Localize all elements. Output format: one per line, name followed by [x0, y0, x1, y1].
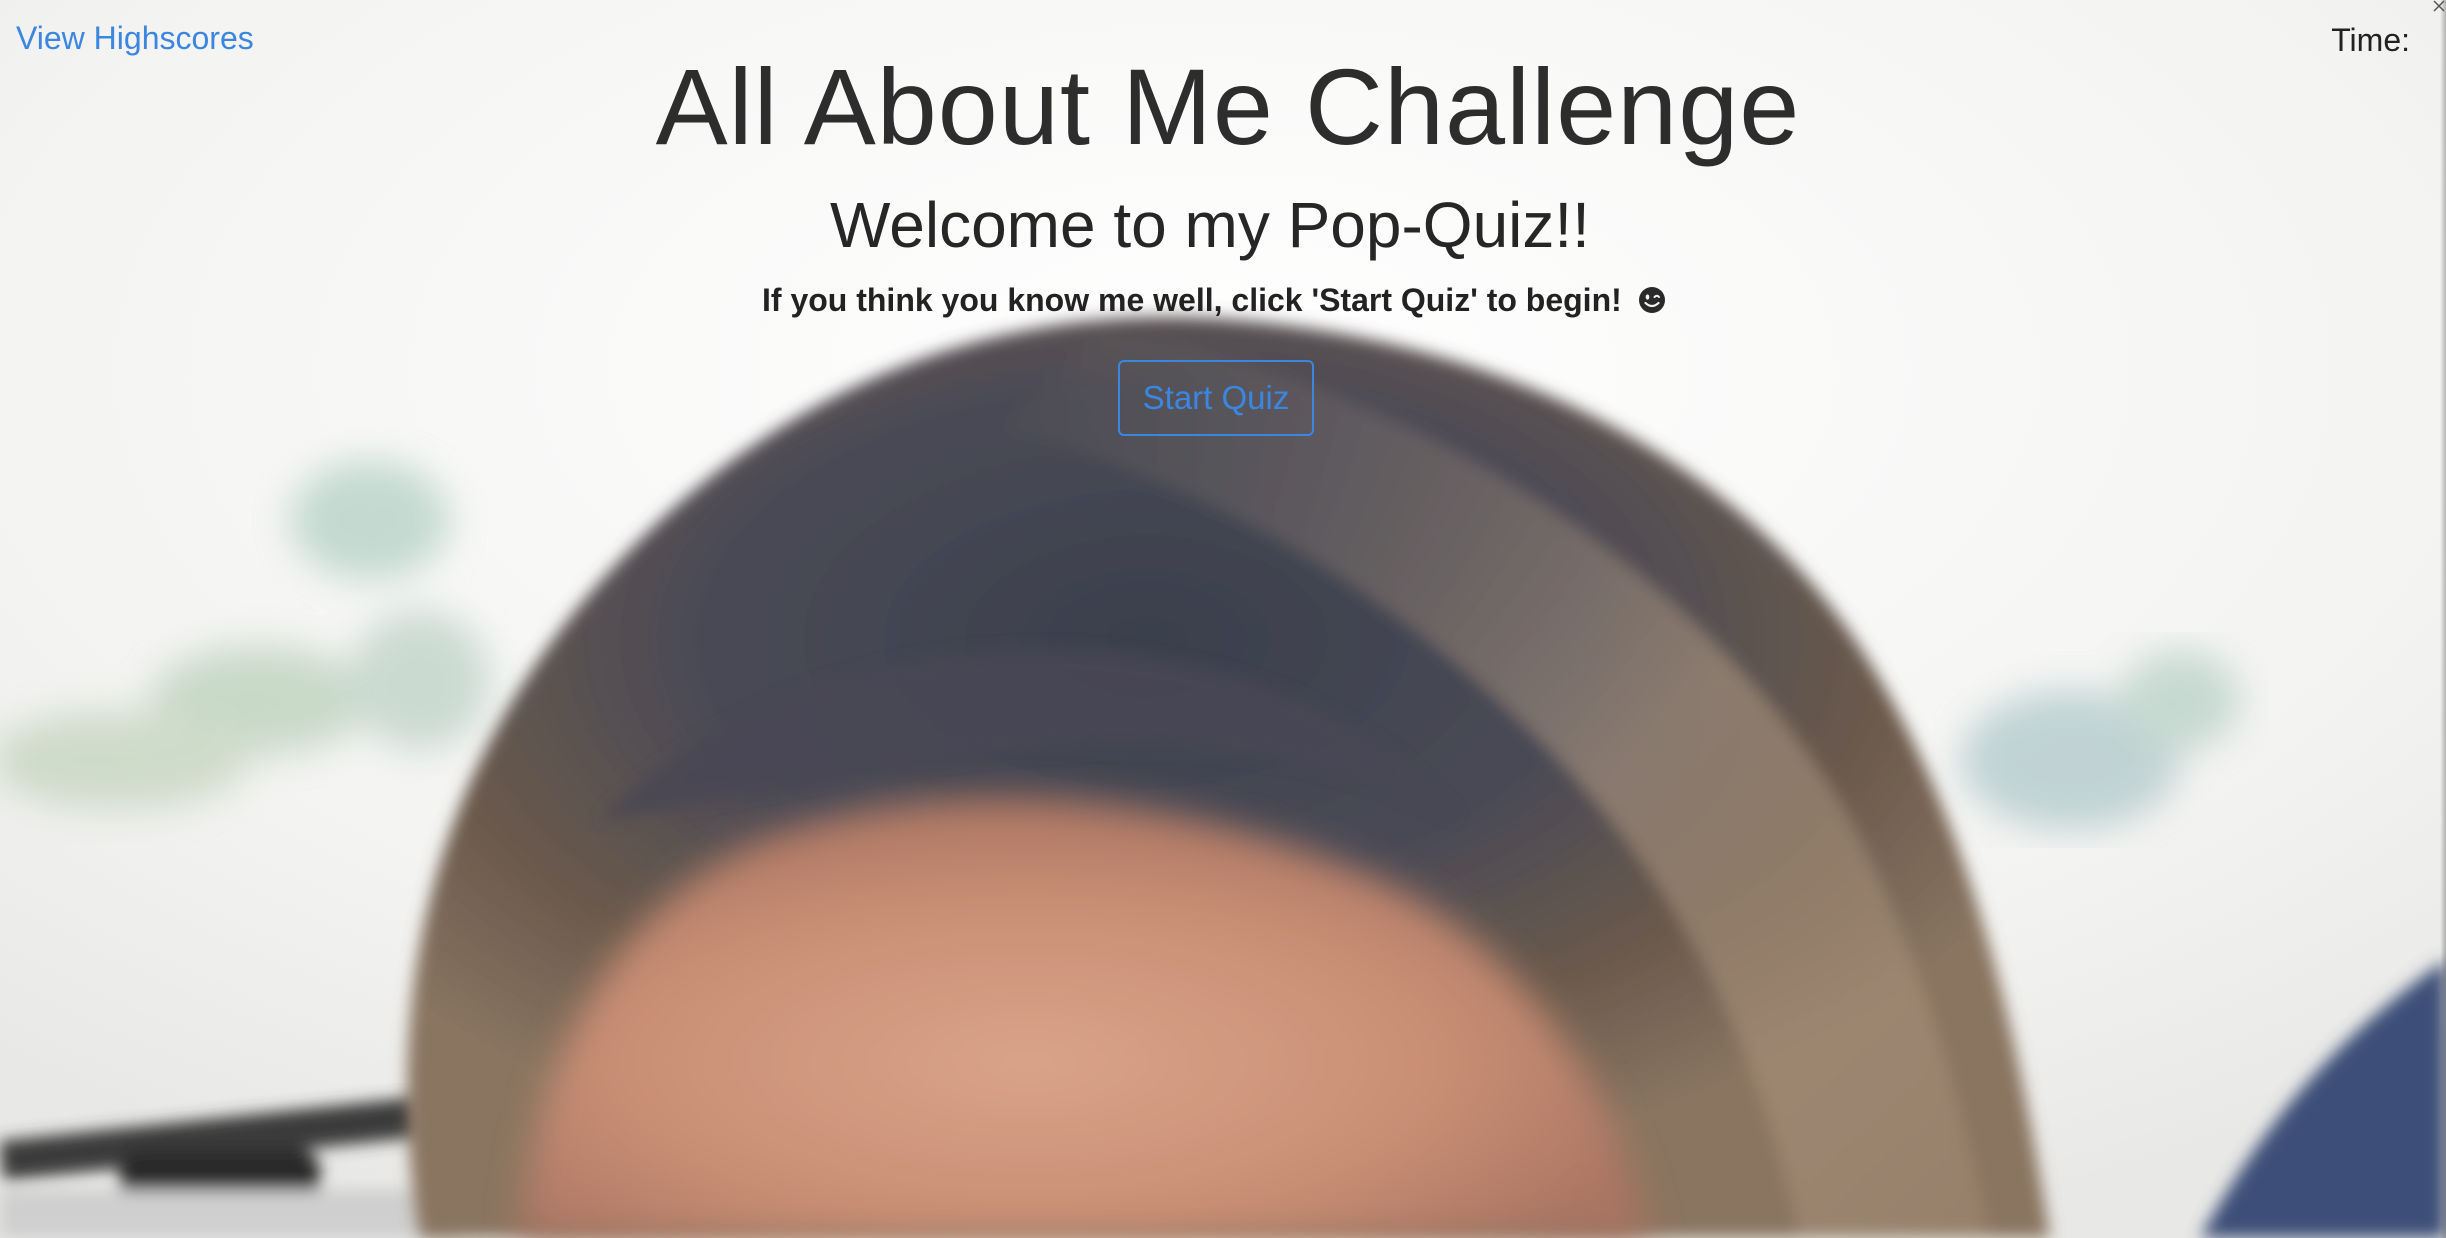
welcome-heading: Welcome to my Pop-Quiz!! [830, 189, 1590, 261]
start-quiz-button[interactable]: Start Quiz [1118, 360, 1314, 436]
smiling-face-icon [1638, 287, 1665, 313]
page-title: All About Me Challenge [0, 44, 2446, 169]
close-icon[interactable] [2432, 0, 2446, 18]
page-title-text: All About Me Challenge [655, 46, 1801, 167]
window-edge [2440, 0, 2446, 1238]
background-photo [0, 0, 2446, 1238]
instructions-label: If you think you know me well, click 'St… [762, 282, 1622, 318]
instructions-text: If you think you know me well, click 'St… [762, 282, 1667, 319]
quiz-page: View Highscores Time: All About Me Chall… [0, 0, 2446, 1238]
